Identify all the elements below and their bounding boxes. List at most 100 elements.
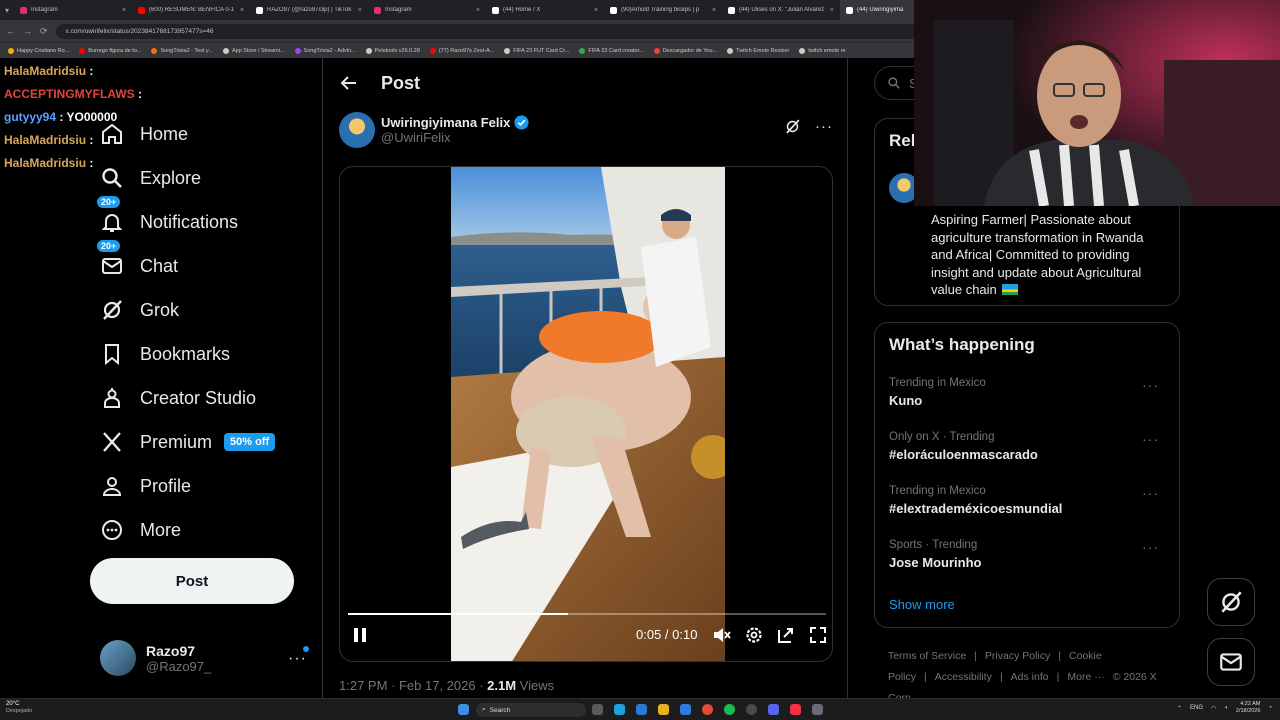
notification-bell-icon[interactable]: ◔ [1268,705,1272,711]
bookmark-item[interactable]: (77) Razo97s Zest-A... [429,47,494,54]
pause-icon[interactable] [350,625,370,645]
tab-title: (44) Home / X [503,7,541,13]
taskbar-search[interactable]: ⌕ Search [476,703,586,717]
mail-icon[interactable] [680,704,691,715]
chat-count-badge: 20+ [96,239,122,253]
volume-icon[interactable]: ◖ [1224,705,1228,711]
browser-tab[interactable]: (90)Arnold Training biceps | p × [604,0,722,20]
clock[interactable]: 4:22 AM 2/18/2026 [1236,701,1260,715]
app-icon[interactable] [812,704,823,715]
tab-menu-icon[interactable]: ▾ [0,6,14,15]
trend-more-icon[interactable]: ··· [1142,377,1159,393]
picture-in-picture-icon[interactable] [776,625,796,645]
trend-item[interactable]: Sports · Trending Jose Mourinho ··· [889,539,1169,585]
bookmark-item[interactable]: twitch emote re [799,47,846,54]
tab-favicon-icon [610,6,617,14]
browser-tab[interactable]: Instagram × [14,0,132,20]
bookmark-label: SongTrivia2 - Advin... [303,47,356,54]
back-nav-icon[interactable]: ← [6,26,15,36]
bookmark-item[interactable]: App Store / Streami... [222,47,285,54]
task-view-icon[interactable] [592,704,603,715]
discord-icon[interactable] [768,704,779,715]
video-progress-bar[interactable] [348,613,826,615]
trend-meta: Only on X · Trending [889,431,995,443]
url-input[interactable]: x.com/uwirifelix/status/2023841768173957… [55,23,972,39]
tab-close-icon[interactable]: × [240,7,244,14]
music-icon[interactable] [790,704,801,715]
bookmark-item[interactable]: Twitch Emote Resizer [727,47,790,54]
compose-post-button[interactable]: Post [90,558,294,604]
bookmark-label: Twitch Emote Resizer [736,47,790,54]
nav-grok[interactable]: Grok [90,288,320,332]
nav-notifications[interactable]: 20+ Notifications [90,195,320,244]
bookmark-item[interactable]: SongTrivia2 - Test y... [151,47,213,54]
nav-profile[interactable]: Profile [90,464,320,508]
bookmark-favicon-icon [429,47,436,54]
browser-tab[interactable]: (44) Ulises on X: "Julián Alvarez × [722,0,840,20]
chat-username: ACCEPTINGMYFLAWS [4,87,135,101]
post-actions: ··· [784,118,833,135]
footer-link[interactable]: Ads info [1011,671,1049,683]
video-player[interactable]: 0:05 / 0:10 [339,166,833,662]
bookmark-item[interactable]: Burrego figura de to... [79,47,141,54]
nav-bookmarks[interactable]: Bookmarks [90,332,320,376]
bookmark-item[interactable]: FIFA 23 FUT Card Cr... [504,47,569,54]
nav-creator-studio[interactable]: Creator Studio [90,376,320,420]
browser-tab[interactable]: (44) Home / X × [486,0,604,20]
more-dots-icon[interactable]: ··· [815,118,833,135]
trend-item[interactable]: Only on X · Trending #eloráculoenmascara… [889,431,1169,477]
nav-more[interactable]: More [90,508,320,552]
floating-grok-button[interactable] [1207,578,1255,626]
chrome-icon[interactable] [702,704,713,715]
bookmark-item[interactable]: Peletools v26.0.28 [365,47,420,54]
weather-widget[interactable]: 20°C Despejado [6,701,32,715]
tab-close-icon[interactable]: × [594,7,598,14]
browser-tab[interactable]: Instagram × [368,0,486,20]
edge-icon[interactable] [614,704,625,715]
bookmark-item[interactable]: Happy Cristiano Ro... [8,47,69,54]
trend-more-icon[interactable]: ··· [1142,431,1159,447]
settings-gear-icon[interactable] [744,625,764,645]
bookmark-item[interactable]: SongTrivia2 - Advin... [294,47,356,54]
wifi-icon[interactable]: ◠ [1211,705,1216,712]
browser-tab[interactable]: (600) RESUMEN: BENFICA 0-1 R × [132,0,250,20]
chevron-up-icon[interactable]: ⌃ [1177,705,1182,712]
tab-close-icon[interactable]: × [830,7,834,14]
file-explorer-icon[interactable] [658,704,669,715]
nav-chat[interactable]: 20+ Chat [90,239,320,288]
clock-time: 4:22 AM [1240,701,1261,707]
forward-nav-icon[interactable]: → [23,26,32,36]
footer-link[interactable]: Privacy Policy [985,650,1050,662]
spotify-icon[interactable] [724,704,735,715]
back-arrow-icon[interactable] [339,73,359,93]
more-dots-icon[interactable]: ··· [288,650,307,668]
trend-more-icon[interactable]: ··· [1142,539,1159,555]
show-more-link[interactable]: Show more [889,597,955,612]
floating-messages-button[interactable] [1207,638,1255,686]
grok-icon[interactable] [784,118,801,135]
fullscreen-icon[interactable] [808,625,828,645]
trend-item[interactable]: Trending in Mexico Kuno ··· [889,377,1169,423]
author-avatar[interactable] [339,112,375,148]
bookmark-item[interactable]: FIFA 23 Card creator... [579,47,644,54]
store-icon[interactable] [636,704,647,715]
footer-link[interactable]: Terms of Service [888,650,966,662]
tab-close-icon[interactable]: × [712,7,716,14]
trend-more-icon[interactable]: ··· [1142,485,1159,501]
mute-icon[interactable] [712,625,732,645]
footer-link[interactable]: More ··· [1067,671,1104,683]
obs-icon[interactable] [746,704,757,715]
author-name-row[interactable]: Uwiringiyimana Felix [381,115,529,130]
tab-close-icon[interactable]: × [122,7,126,14]
nav-premium[interactable]: Premium 50% off [90,420,320,464]
reload-icon[interactable]: ⟳ [40,26,48,37]
windows-start-icon[interactable] [458,704,469,715]
trend-item[interactable]: Trending in Mexico #elextrademéxicoesmun… [889,485,1169,531]
bookmark-item[interactable]: Descargador de You... [653,47,717,54]
footer-link[interactable]: Accessibility [935,671,992,683]
tab-close-icon[interactable]: × [476,7,480,14]
tab-close-icon[interactable]: × [358,7,362,14]
account-switcher[interactable]: Razo97 @Razo97_ ··· [100,638,315,678]
browser-tab[interactable]: RAZO97 (@razo97clip) | TikTok × [250,0,368,20]
language-indicator[interactable]: ENG [1190,705,1203,711]
